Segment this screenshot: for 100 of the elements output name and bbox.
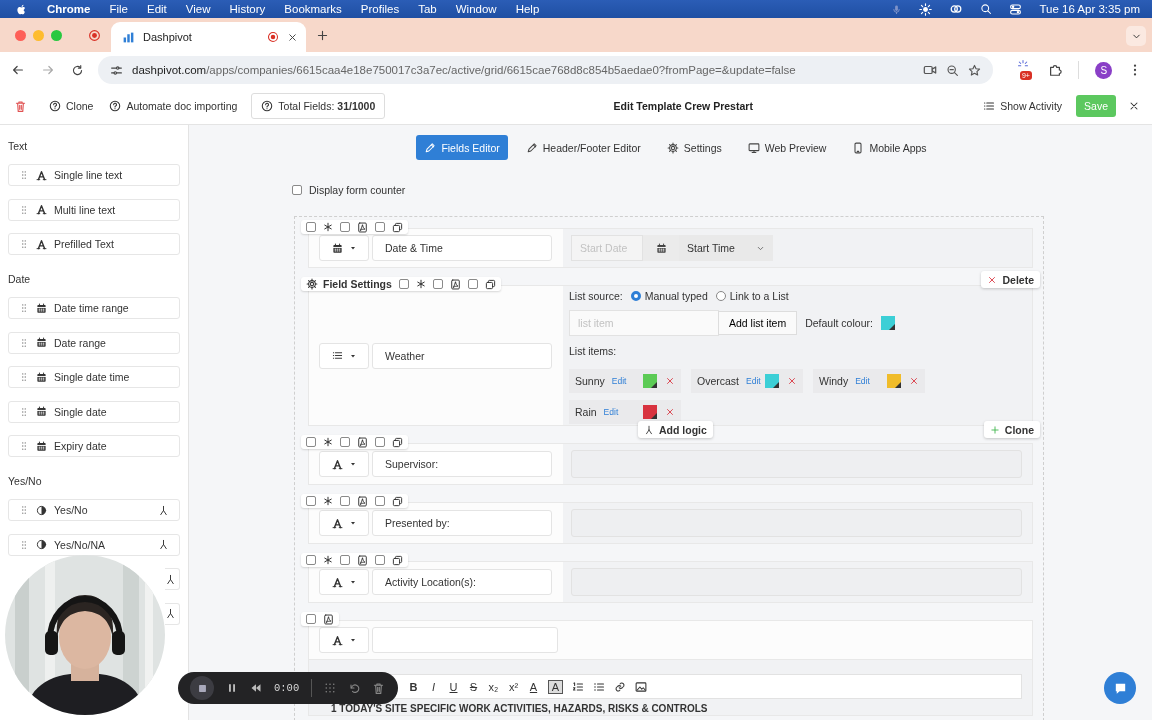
star-icon[interactable] (967, 63, 981, 77)
editor-tab[interactable]: Fields Editor (416, 135, 508, 160)
pause-icon[interactable] (226, 682, 238, 694)
pdf-icon[interactable] (357, 554, 368, 566)
delete-icon[interactable] (14, 99, 27, 113)
asterisk-icon[interactable] (323, 222, 333, 232)
camera-icon[interactable] (922, 63, 937, 77)
field-type-item[interactable]: Prefilled Text (8, 233, 180, 255)
format-button[interactable]: x² (508, 680, 519, 693)
field-type-item[interactable]: Single date time (8, 366, 180, 388)
time-dropdown[interactable]: Start Time (679, 235, 773, 261)
checkbox[interactable] (340, 222, 350, 232)
remove-icon[interactable] (787, 376, 797, 386)
copy-icon[interactable] (392, 221, 403, 233)
show-activity-button[interactable]: Show Activity (981, 97, 1065, 115)
pdf-icon[interactable] (357, 436, 368, 448)
checkbox[interactable] (340, 496, 350, 506)
link-icon[interactable] (614, 680, 626, 693)
field-type-dropdown[interactable] (319, 569, 369, 595)
field-type-item[interactable] (165, 568, 180, 590)
label-field[interactable]: Activity Location(s): (372, 569, 552, 595)
colour-swatch[interactable] (887, 374, 901, 388)
asterisk-icon[interactable] (323, 437, 333, 447)
copy-icon[interactable] (392, 554, 403, 566)
field-settings-button[interactable]: Field Settings (306, 278, 392, 290)
menu-item[interactable]: Help (515, 3, 540, 15)
reload-icon[interactable] (71, 63, 84, 77)
field-type-item[interactable]: Single line text (8, 164, 180, 186)
remove-icon[interactable] (909, 376, 919, 386)
pdf-icon[interactable] (357, 495, 368, 507)
link-icon[interactable] (949, 2, 964, 16)
menu-item[interactable]: Bookmarks (284, 3, 342, 15)
edit-link[interactable]: Edit (608, 376, 627, 386)
menu-item[interactable]: Chrome (47, 3, 91, 15)
radio-button[interactable] (630, 291, 641, 301)
colour-swatch[interactable] (880, 316, 895, 330)
asterisk-icon[interactable] (323, 555, 333, 565)
field-type-item[interactable]: Yes/No/NA (8, 533, 180, 556)
apple-icon[interactable] (15, 2, 28, 16)
remove-icon[interactable] (665, 407, 675, 417)
format-button[interactable]: I (428, 680, 439, 693)
site-settings-icon[interactable] (110, 63, 123, 77)
close-icon[interactable] (287, 31, 298, 43)
back-icon[interactable] (11, 63, 25, 77)
clone-button[interactable]: Clone (47, 97, 96, 115)
checkbox[interactable] (398, 279, 409, 289)
close-icon[interactable] (1128, 100, 1140, 112)
control-center-icon[interactable] (1009, 2, 1023, 16)
browser-tab[interactable]: Dashpivot (111, 22, 306, 52)
format-button[interactable]: S (468, 680, 479, 693)
format-button[interactable]: U (448, 680, 459, 693)
editor-tab[interactable]: Header/Footer Editor (517, 135, 649, 160)
menu-item[interactable]: Profiles (360, 3, 400, 15)
rewind-icon[interactable] (250, 682, 262, 694)
menu-item[interactable]: File (109, 3, 128, 15)
radio-button[interactable] (715, 291, 726, 301)
new-tab-icon[interactable] (316, 28, 329, 42)
field-type-dropdown[interactable] (319, 235, 369, 261)
format-button[interactable]: A (528, 680, 539, 693)
field-type-dropdown[interactable] (319, 510, 369, 536)
checkbox[interactable] (340, 437, 350, 447)
field-type-item[interactable]: Single date (8, 400, 180, 423)
profile-avatar[interactable]: S (1095, 61, 1112, 79)
checkbox[interactable] (306, 496, 316, 506)
checkbox[interactable] (375, 437, 385, 447)
add-logic-button[interactable]: Add logic (638, 421, 713, 438)
format-button[interactable]: B (408, 680, 419, 693)
menu-item[interactable]: Edit (147, 3, 167, 15)
add-list-item-button[interactable]: Add list item (718, 311, 798, 335)
menu-item[interactable]: View (185, 3, 211, 15)
zoom-icon[interactable] (945, 63, 959, 77)
field-type-item[interactable]: Expiry date (8, 435, 180, 457)
checkbox[interactable] (432, 279, 443, 289)
label-field[interactable]: Date & Time (372, 235, 552, 261)
menu-item[interactable]: History (229, 3, 266, 15)
clone-button[interactable]: Clone (983, 421, 1040, 438)
radio-option[interactable]: Manual typed (630, 290, 708, 302)
copy-icon[interactable] (392, 436, 403, 448)
menu-item[interactable]: Window (455, 3, 497, 15)
delete-icon[interactable] (372, 681, 386, 695)
asterisk-icon[interactable] (415, 279, 426, 289)
editor-tab[interactable]: Web Preview (739, 135, 835, 160)
pdf-icon[interactable] (357, 221, 368, 233)
bullet-list-icon[interactable] (593, 680, 605, 693)
pdf-icon[interactable] (449, 278, 461, 290)
brightness-icon[interactable] (919, 2, 933, 16)
edit-link[interactable]: Edit (600, 407, 619, 417)
checkbox[interactable] (375, 496, 385, 506)
image-icon[interactable] (635, 680, 647, 693)
label-field[interactable] (372, 627, 558, 653)
checkbox[interactable] (375, 555, 385, 565)
checkbox[interactable] (340, 555, 350, 565)
field-type-item[interactable]: Date range (8, 331, 180, 354)
field-type-dropdown[interactable] (319, 451, 369, 477)
grid-icon[interactable] (324, 682, 337, 694)
automate-button[interactable]: Automate doc importing (107, 97, 240, 115)
checkbox[interactable] (306, 614, 316, 624)
field-type-item[interactable]: Multi line text (8, 198, 180, 221)
field-type-item[interactable]: Date time range (8, 297, 180, 319)
format-button[interactable]: A (548, 679, 563, 694)
